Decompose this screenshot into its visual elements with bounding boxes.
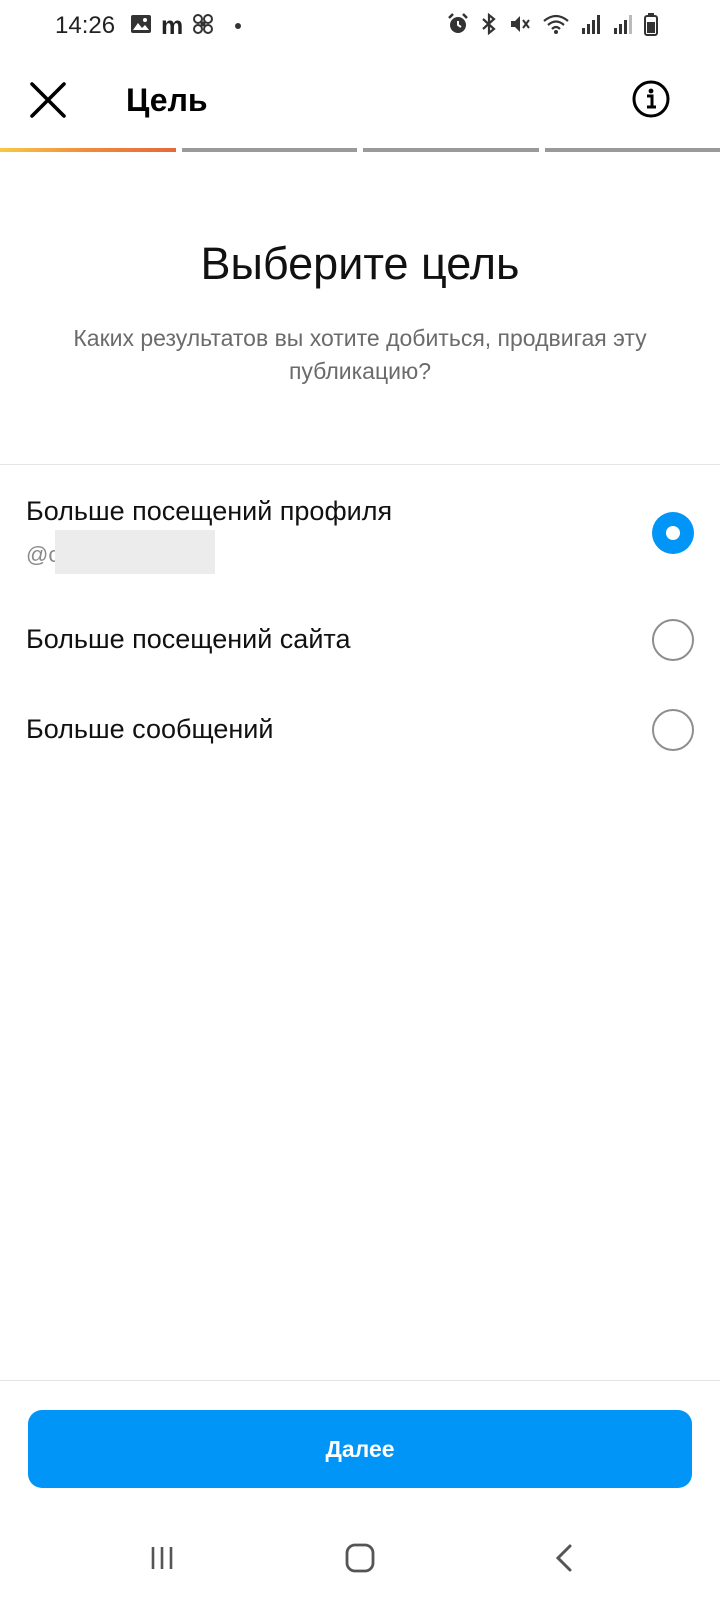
option-website-visits[interactable]: Больше посещений сайта: [0, 600, 720, 680]
radio-unselected[interactable]: [652, 619, 694, 661]
m-app-icon: m: [161, 12, 184, 40]
status-right-icons: [446, 12, 658, 40]
alarm-icon: [446, 12, 470, 41]
gallery-icon: [130, 14, 152, 39]
option-label: Больше посещений сайта: [26, 624, 351, 654]
system-nav-bar: [0, 1520, 720, 1600]
divider-top: [0, 464, 720, 465]
divider-bottom: [0, 1380, 720, 1381]
signal-icon: [580, 13, 602, 40]
recents-icon: [148, 1544, 176, 1577]
home-button[interactable]: [340, 1540, 380, 1580]
recents-button[interactable]: [142, 1540, 182, 1580]
back-icon: [552, 1542, 576, 1579]
progress-step-1: [0, 148, 176, 152]
info-button[interactable]: [626, 76, 676, 126]
status-left-icons: m: [130, 12, 242, 40]
step-progress: [0, 148, 720, 152]
info-icon: [631, 79, 671, 124]
radio-unselected[interactable]: [652, 709, 694, 751]
option-messages[interactable]: Больше сообщений: [0, 690, 720, 770]
header: Цель: [0, 52, 720, 148]
signal-icon-2: [612, 13, 634, 40]
wifi-icon: [542, 13, 570, 40]
status-bar: 14:26 m: [0, 0, 720, 52]
home-icon: [344, 1542, 376, 1579]
status-time: 14:26: [55, 12, 116, 39]
back-button[interactable]: [544, 1540, 584, 1580]
headline: Выберите цель: [200, 238, 520, 289]
close-button[interactable]: [20, 74, 76, 130]
subline: Каких результатов вы хотите добиться, пр…: [73, 325, 647, 384]
notification-dot: [235, 23, 242, 29]
option-profile-visits[interactable]: Больше посещений профиля @c: [0, 492, 720, 574]
redacted-username: [55, 530, 215, 574]
option-label: Больше сообщений: [26, 714, 274, 744]
close-icon: [29, 81, 67, 124]
fan-icon: [192, 13, 214, 40]
page-title: Цель: [126, 82, 208, 118]
bluetooth-icon: [480, 12, 498, 41]
progress-step-3: [363, 148, 539, 152]
option-label: Больше посещений профиля: [26, 496, 393, 526]
progress-step-4: [544, 148, 720, 152]
battery-icon: [644, 12, 658, 41]
mute-icon: [508, 12, 532, 41]
progress-step-2: [181, 148, 357, 152]
radio-selected[interactable]: [652, 512, 694, 554]
next-button[interactable]: Далее: [28, 1410, 692, 1488]
